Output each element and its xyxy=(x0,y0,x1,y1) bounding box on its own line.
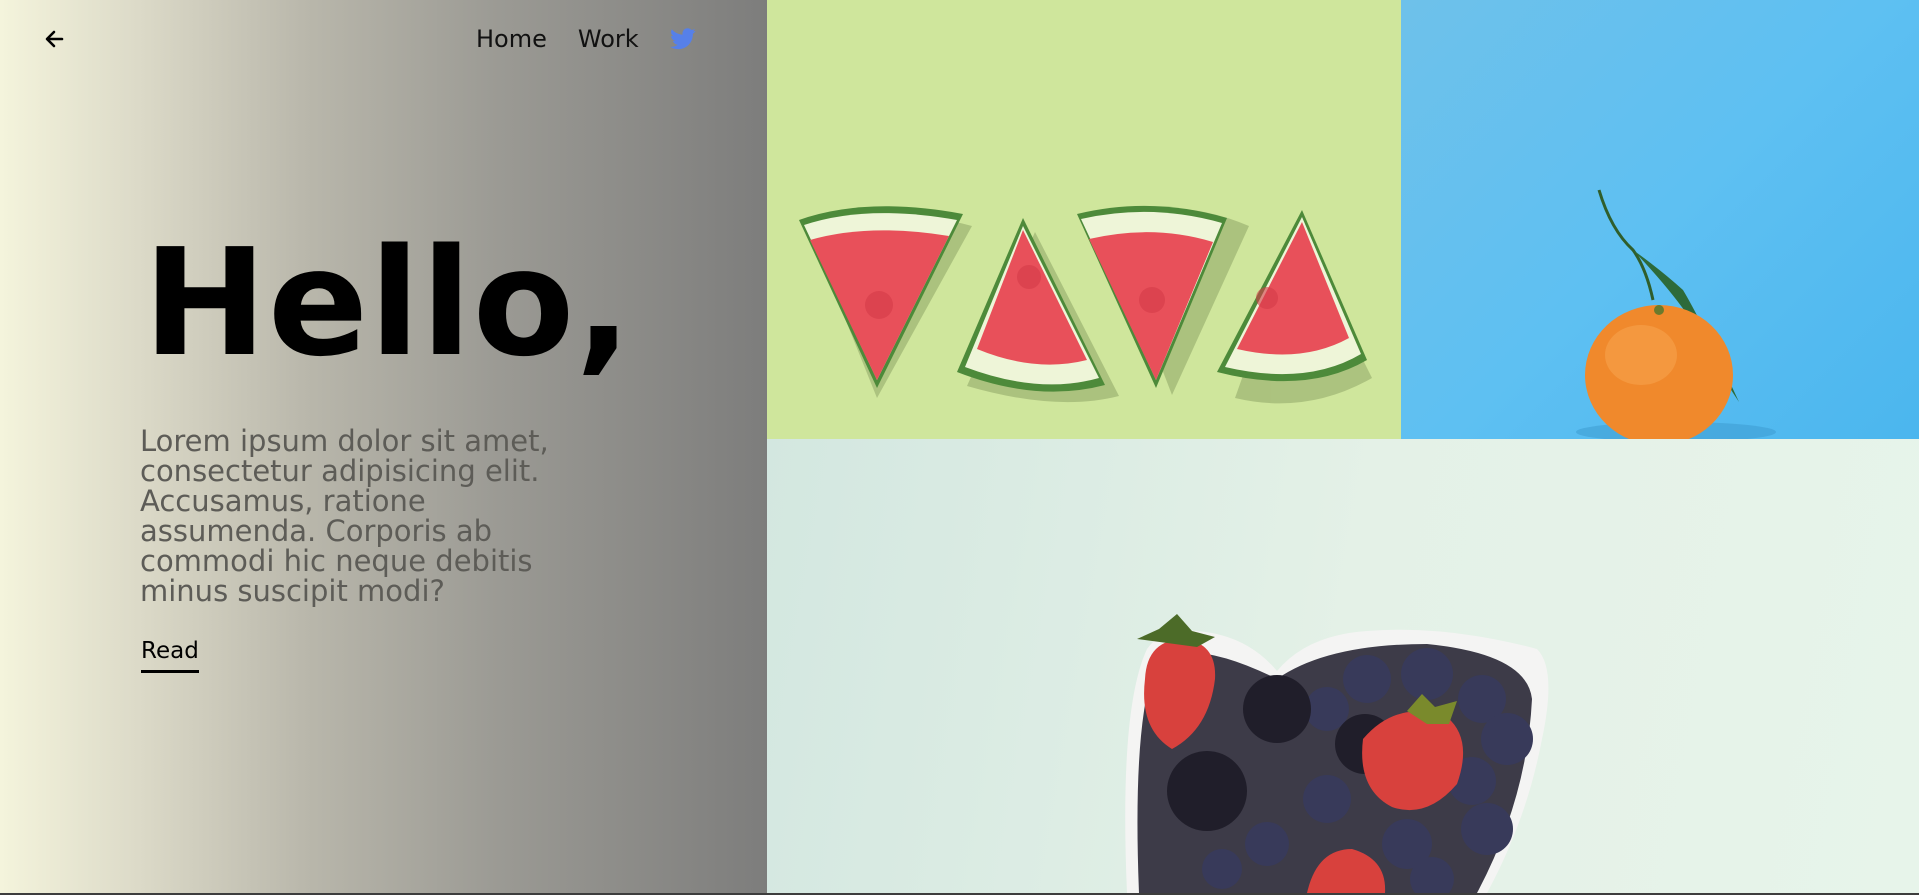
orange-image[interactable] xyxy=(1401,0,1919,439)
top-nav: Home Work xyxy=(476,24,696,54)
mandarin-orange-illustration xyxy=(1576,189,1776,439)
nav-home-link[interactable]: Home xyxy=(476,24,547,54)
berries-bowl-image[interactable] xyxy=(767,439,1919,893)
arrow-left-icon[interactable] xyxy=(40,24,70,54)
hero-description: Lorem ipsum dolor sit amet, consectetur … xyxy=(140,424,549,608)
nav-work-link[interactable]: Work xyxy=(578,24,639,54)
watermelon-slices-illustration xyxy=(799,205,1372,404)
hero-panel: Home Work Hello, Lorem ipsum dolor sit a… xyxy=(0,0,767,893)
berry-heart-bowl-illustration xyxy=(1125,614,1549,893)
twitter-icon[interactable] xyxy=(669,27,696,51)
watermelon-image[interactable] xyxy=(767,0,1401,439)
read-link[interactable]: Read xyxy=(141,638,199,673)
hero-title: Hello, xyxy=(143,217,633,389)
